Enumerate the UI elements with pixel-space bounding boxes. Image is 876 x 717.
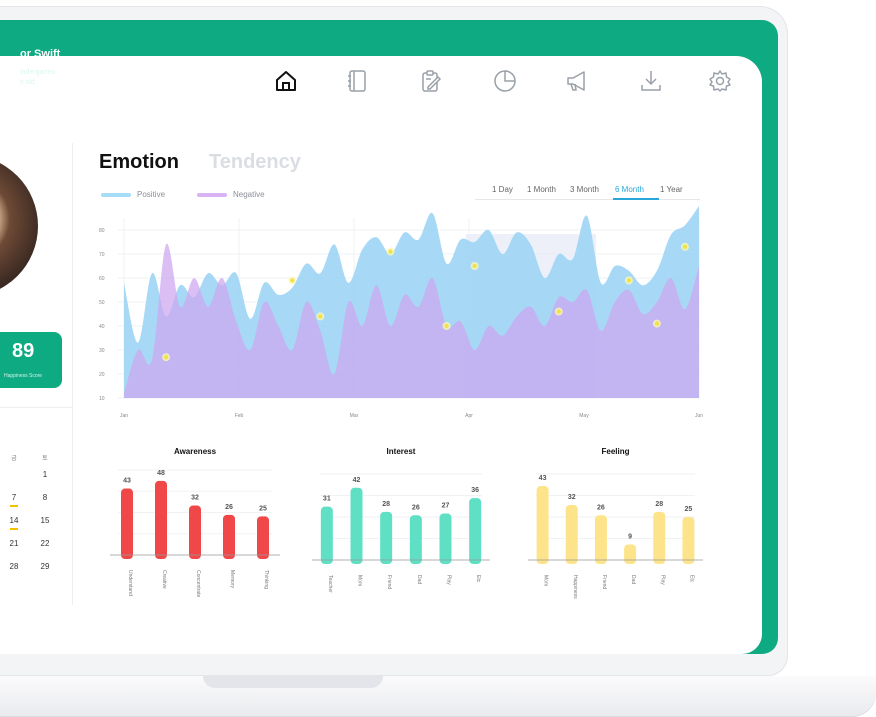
calendar-day[interactable]: 21 xyxy=(6,539,22,548)
calendar-day[interactable]: 28 xyxy=(6,562,22,571)
tab-emotion[interactable]: Emotion xyxy=(99,151,179,174)
happiness-score-value: 89 xyxy=(12,340,35,362)
calendar-day[interactable]: 14 xyxy=(6,516,22,525)
calendar-event-marker xyxy=(10,528,18,530)
tab-tendency[interactable]: Tendency xyxy=(209,151,301,174)
sidebar-divider xyxy=(0,407,72,408)
content-divider xyxy=(72,143,73,605)
calendar-day[interactable]: 1 xyxy=(37,470,53,479)
download-icon[interactable] xyxy=(638,68,664,94)
calendar-header-sat: 토 xyxy=(42,456,48,462)
range-3-month[interactable]: 3 Month xyxy=(570,185,599,194)
range-6-month[interactable]: 6 Month xyxy=(615,185,644,194)
calendar-day[interactable]: 7 xyxy=(6,493,22,502)
laptop-notch xyxy=(203,676,383,688)
legend-negative: Negative xyxy=(197,190,265,199)
range-1-year[interactable]: 1 Year xyxy=(660,185,683,194)
settings-icon[interactable] xyxy=(707,68,733,94)
app-screen xyxy=(0,20,778,654)
pie-chart-icon[interactable] xyxy=(492,68,518,94)
notebook-icon[interactable] xyxy=(344,68,370,94)
legend-negative-label: Negative xyxy=(233,190,265,199)
legend-positive-label: Positive xyxy=(137,190,166,199)
range-1-month[interactable]: 1 Month xyxy=(527,185,556,194)
range-1-day[interactable]: 1 Day xyxy=(492,185,513,194)
legend-positive: Positive xyxy=(101,190,165,199)
home-icon[interactable] xyxy=(273,68,299,94)
calendar-header-fri: 금 xyxy=(11,456,17,462)
calendar-day[interactable]: 29 xyxy=(37,562,53,571)
calendar-day[interactable]: 22 xyxy=(37,539,53,548)
range-active-underline xyxy=(613,198,659,200)
calendar-day[interactable]: 8 xyxy=(37,493,53,502)
calendar-day[interactable]: 15 xyxy=(37,516,53,525)
range-tabs-track xyxy=(475,199,700,200)
happiness-score-label: Happiness Score xyxy=(4,373,43,379)
profile-name: or Swift xyxy=(20,48,61,60)
profile-age: s old xyxy=(20,79,35,86)
calendar-event-marker xyxy=(10,505,18,507)
laptop-base xyxy=(0,676,876,717)
profile-school: indergarten xyxy=(20,69,56,76)
clipboard-edit-icon[interactable] xyxy=(418,68,444,94)
main-panel xyxy=(0,56,762,654)
legend-swatch-positive xyxy=(101,192,131,197)
legend-swatch-negative xyxy=(197,192,227,197)
megaphone-icon[interactable] xyxy=(564,68,590,94)
